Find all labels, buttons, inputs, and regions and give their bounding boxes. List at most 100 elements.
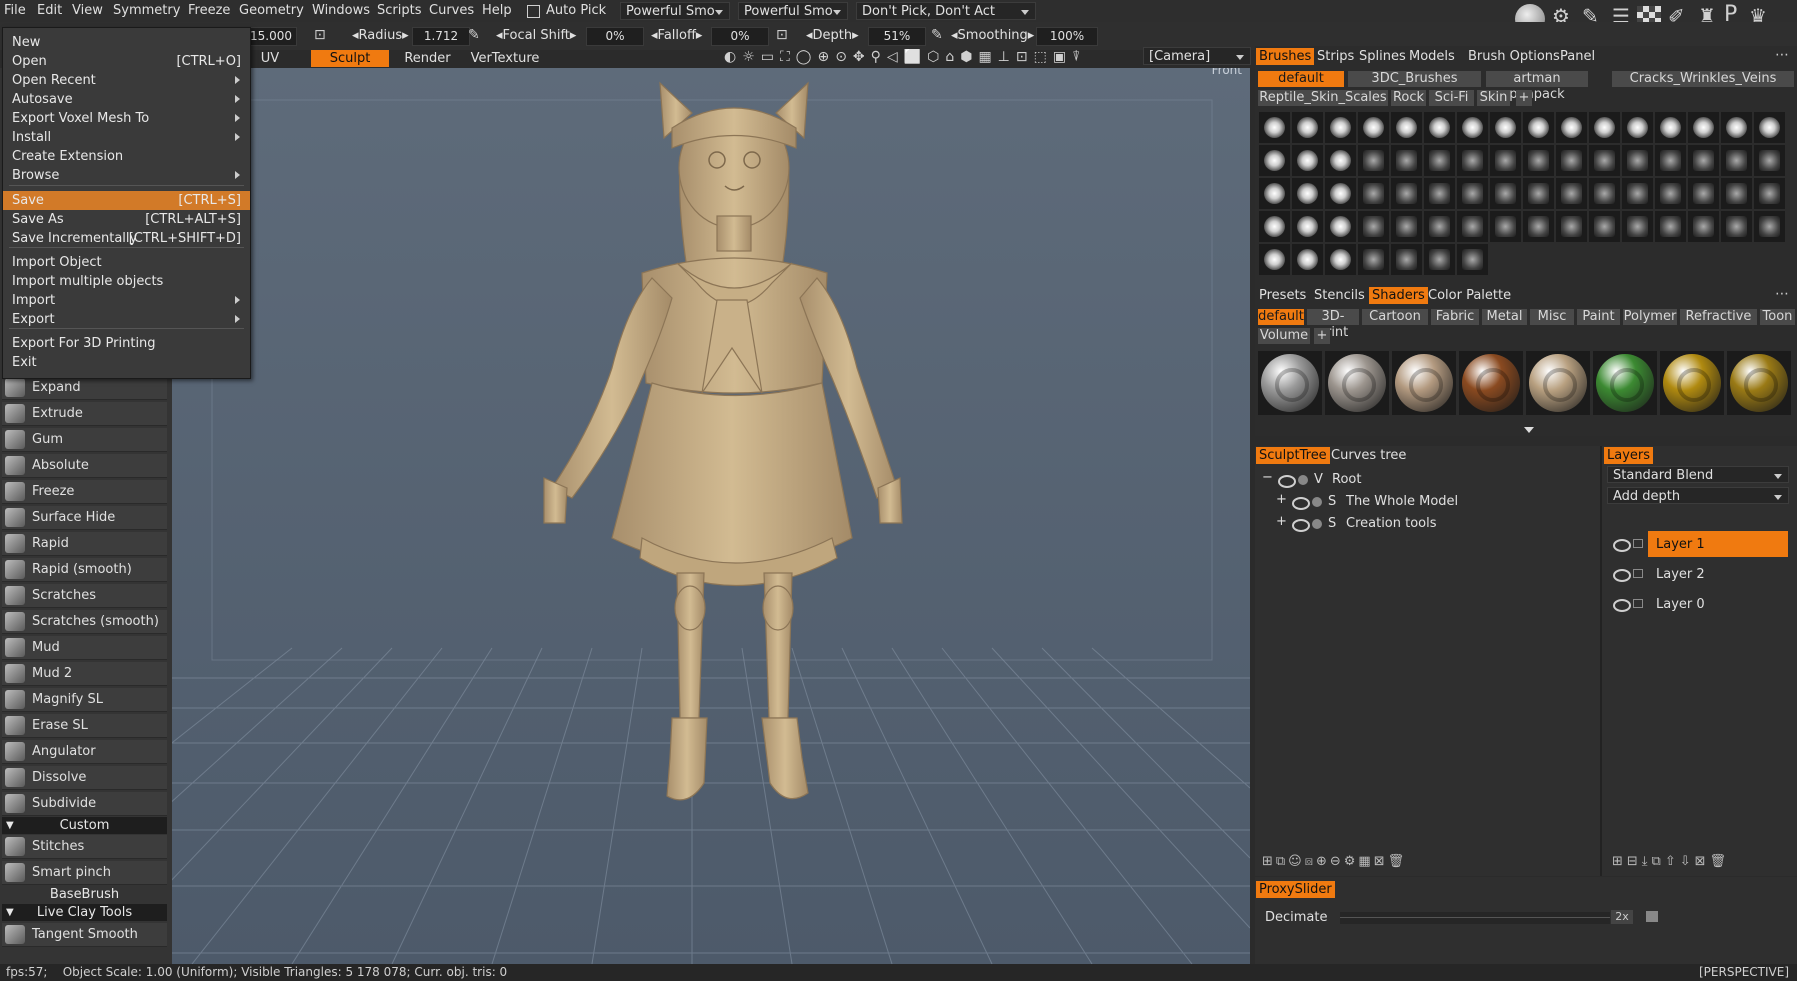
shader-category-3d-print[interactable]: 3D-print <box>1307 309 1359 340</box>
menu-item-open-recent[interactable]: Open Recent <box>3 71 250 90</box>
tool-rapid-smooth[interactable]: Rapid (smooth) <box>2 558 167 582</box>
brush-alpha[interactable] <box>1424 244 1455 275</box>
tab-models[interactable]: Models <box>1409 49 1455 64</box>
tool-tangent-smooth[interactable]: Tangent Smooth <box>2 923 167 947</box>
ghost-icon[interactable] <box>1312 519 1322 529</box>
brush-alpha[interactable] <box>1292 244 1323 275</box>
lock-icon[interactable] <box>1633 539 1643 548</box>
tree-row-creation-tools[interactable]: + S Creation tools <box>1276 514 1576 534</box>
tool-stitches[interactable]: Stitches <box>2 835 167 859</box>
tab-layers[interactable]: Layers <box>1604 447 1654 464</box>
brush-alpha[interactable] <box>1622 112 1653 143</box>
brush-alpha[interactable] <box>1490 112 1521 143</box>
brush-pack-reptile-skin-scales[interactable]: Reptile_Skin_Scales <box>1258 90 1388 106</box>
brush-alpha[interactable] <box>1589 112 1620 143</box>
brush-alpha[interactable] <box>1292 112 1323 143</box>
brush-alpha[interactable] <box>1523 178 1554 209</box>
brush-alpha[interactable] <box>1622 211 1653 242</box>
brush-alpha[interactable] <box>1754 145 1785 176</box>
tab-proxyslider[interactable]: ProxySlider <box>1256 881 1335 898</box>
tool-gum[interactable]: Gum <box>2 428 167 452</box>
brush-alpha[interactable] <box>1292 211 1323 242</box>
menu-item-new[interactable]: New <box>3 33 250 52</box>
shader-category-volume[interactable]: Volume <box>1258 328 1310 344</box>
brush-pack-cracks-wrinkles-veins[interactable]: Cracks_Wrinkles_Veins <box>1612 71 1794 87</box>
shader-category-paint[interactable]: Paint <box>1577 309 1620 325</box>
decimate-value[interactable]: 2x <box>1611 910 1633 924</box>
focal-shift-field[interactable]: 0% <box>586 27 644 46</box>
tab-strips[interactable]: Strips <box>1317 49 1354 64</box>
brush-alpha[interactable] <box>1457 178 1488 209</box>
size-field[interactable]: 15.000 <box>245 27 297 46</box>
eye-icon[interactable] <box>1292 497 1310 510</box>
tab-brush-options[interactable]: Brush Options <box>1468 49 1560 64</box>
shaders-scroll-icon[interactable] <box>1524 427 1534 433</box>
shader-preview[interactable] <box>1526 351 1590 415</box>
tab-vertexture[interactable]: VerTexture <box>465 50 545 67</box>
lock-icon[interactable] <box>1633 599 1643 608</box>
brush-alpha[interactable] <box>1424 178 1455 209</box>
brush-alpha[interactable] <box>1325 145 1356 176</box>
layer-row-layer-1[interactable]: Layer 1 <box>1648 531 1788 557</box>
section-basebrush[interactable]: BaseBrush <box>2 886 167 903</box>
brush-alpha[interactable] <box>1259 211 1290 242</box>
menu-item-open[interactable]: Open [CTRL+O] <box>3 52 250 71</box>
tree-row-root[interactable]: − V Root <box>1262 470 1562 490</box>
brush-alpha[interactable] <box>1721 178 1752 209</box>
tool-freeze[interactable]: Freeze <box>2 480 167 504</box>
eye-icon[interactable] <box>1278 475 1296 488</box>
brush-alpha[interactable] <box>1391 178 1422 209</box>
eye-icon[interactable] <box>1613 539 1631 552</box>
tool-angulator[interactable]: Angulator <box>2 740 167 764</box>
menu-help[interactable]: Help <box>482 3 512 18</box>
tab-presets[interactable]: Presets <box>1259 288 1306 303</box>
brush-alpha[interactable] <box>1655 211 1686 242</box>
brush-alpha[interactable] <box>1754 211 1785 242</box>
brush-alpha[interactable] <box>1358 145 1389 176</box>
viewport-nav-icons[interactable]: ◐☼▭⛶◯⊕⊙✥⚲◁⬜⬡⌂⬢▦⊥⊡⬚▣⍒ <box>724 49 1144 67</box>
section-custom[interactable]: ▼ Custom <box>2 817 167 834</box>
tab-stencils[interactable]: Stencils <box>1314 288 1365 303</box>
brush-alpha[interactable] <box>1556 178 1587 209</box>
brush-alpha[interactable] <box>1391 244 1422 275</box>
smoothing-pen-icon[interactable]: ✎ <box>931 27 943 43</box>
layer-row-layer-2[interactable]: Layer 2 <box>1648 561 1788 587</box>
brush-alpha[interactable] <box>1589 178 1620 209</box>
menu-windows[interactable]: Windows <box>312 3 370 18</box>
menu-item-create-extension[interactable]: Create Extension <box>3 147 250 166</box>
smoothing-field[interactable]: 100% <box>1036 27 1098 46</box>
brush-alpha[interactable] <box>1424 145 1455 176</box>
eye-icon[interactable] <box>1613 569 1631 582</box>
brush-alpha[interactable] <box>1688 112 1719 143</box>
brush-alpha[interactable] <box>1523 112 1554 143</box>
tool-scratches[interactable]: Scratches <box>2 584 167 608</box>
brush-alpha[interactable] <box>1358 211 1389 242</box>
tool-mud-2[interactable]: Mud 2 <box>2 662 167 686</box>
shader-preview[interactable] <box>1660 351 1724 415</box>
camera-dropdown[interactable]: [Camera] <box>1143 47 1251 65</box>
brush-alpha[interactable] <box>1589 211 1620 242</box>
tab-sculpt[interactable]: Sculpt <box>311 50 389 67</box>
layers-toolbar-icons[interactable]: ⊞⊟⤓⧉⇧⇩⊠🗑 <box>1612 854 1730 869</box>
brush-alpha[interactable] <box>1556 211 1587 242</box>
brush-alpha[interactable] <box>1523 211 1554 242</box>
shader-preview[interactable] <box>1325 351 1389 415</box>
shader-category-polymer[interactable]: Polymer <box>1623 309 1677 325</box>
shader-category-refractive[interactable]: Refractive <box>1680 309 1757 325</box>
tool-mud[interactable]: Mud <box>2 636 167 660</box>
shader-category-metal[interactable]: Metal <box>1482 309 1527 325</box>
menu-curves[interactable]: Curves <box>429 3 474 18</box>
brush-pack-sci-fi[interactable]: Sci-Fi <box>1429 90 1474 106</box>
menu-item-import[interactable]: Import <box>3 291 250 310</box>
menu-item-import-multiple-objects[interactable]: Import multiple objects <box>3 272 250 291</box>
lock-depth-icon[interactable]: ⊡ <box>776 27 788 43</box>
brush-alpha[interactable] <box>1259 145 1290 176</box>
brush-alpha[interactable] <box>1259 178 1290 209</box>
pick-mode-dropdown[interactable]: Don't Pick, Don't Act <box>856 2 1036 20</box>
shaders-menu-icon[interactable]: ⋯ <box>1775 286 1789 302</box>
decimate-slider[interactable] <box>1340 912 1610 924</box>
tool-magnify-sl[interactable]: Magnify SL <box>2 688 167 712</box>
tab-splines[interactable]: Splines <box>1359 49 1406 64</box>
shader-category-add[interactable]: + <box>1314 328 1330 344</box>
ghost-icon[interactable] <box>1312 497 1322 507</box>
